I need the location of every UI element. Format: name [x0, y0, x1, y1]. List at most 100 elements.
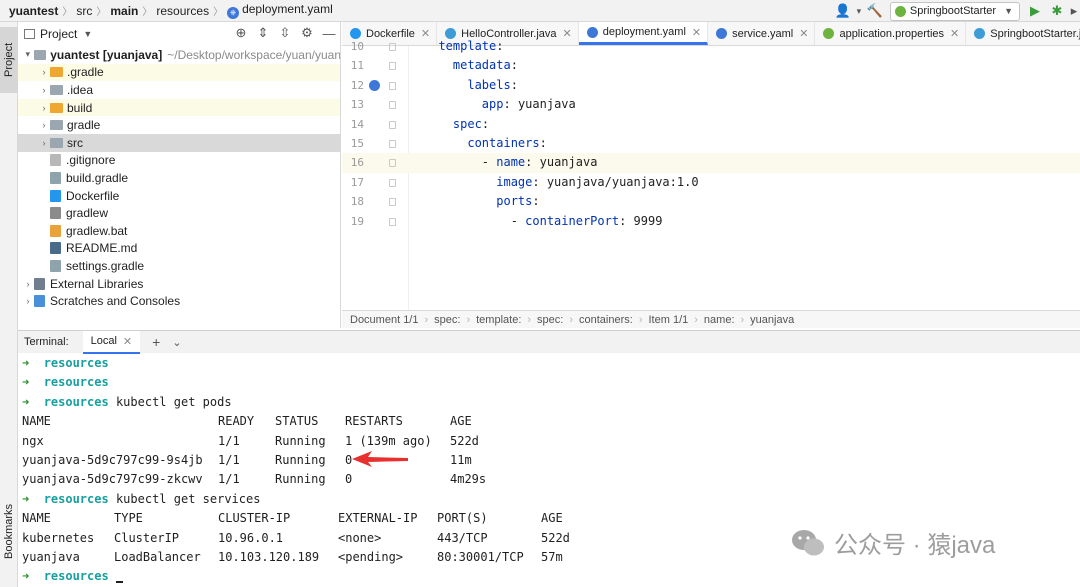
yaml-key: ports — [496, 194, 533, 209]
table-cell: 10.103.120.189 — [218, 549, 320, 564]
chevron-down-icon[interactable]: ⌄ — [172, 336, 181, 349]
breadcrumb-label: main — [110, 3, 139, 18]
code-text: containers: — [424, 134, 546, 153]
fold-marker-icon[interactable] — [389, 139, 396, 148]
close-icon[interactable]: ✕ — [123, 335, 132, 348]
terminal-command: kubectl get pods — [115, 394, 232, 409]
yaml-key: image — [496, 174, 533, 189]
chevron-right-icon[interactable]: › — [22, 279, 34, 289]
current-directory: resources — [43, 394, 109, 409]
left-tool-strip: Project Bookmarks ure — [0, 22, 18, 587]
yaml-path-item[interactable]: Document 1/1 — [350, 314, 418, 326]
yaml-path-item[interactable]: template: — [476, 314, 521, 326]
bookmarks-tool-tab[interactable]: Bookmarks — [0, 500, 18, 562]
code-area[interactable]: 10 template: 11 metadata: 12 labels: 13 app… — [342, 39, 1080, 310]
fold-marker-icon[interactable] — [389, 120, 396, 129]
project-tool-tab[interactable]: Project — [0, 27, 18, 93]
fold-marker-icon[interactable] — [389, 81, 396, 90]
chevron-right-icon[interactable]: › — [38, 85, 50, 95]
breadcrumb-label: src — [76, 3, 93, 18]
tree-item[interactable]: Dockerfile — [18, 187, 340, 205]
minimize-icon[interactable]: — — [318, 22, 340, 44]
tree-item[interactable]: settings.gradle — [18, 257, 340, 275]
tree-item[interactable]: › src — [18, 133, 340, 152]
yaml-path-item[interactable]: spec: — [537, 314, 563, 326]
line-number: 17 — [350, 175, 364, 189]
yaml-path-item[interactable]: containers: — [579, 314, 633, 326]
code-line: 18 ports: — [342, 192, 1080, 211]
fold-marker-icon[interactable] — [389, 198, 396, 207]
tree-item[interactable]: ▾ yuantest [yuanjava] ~/Desktop/workspace/… — [18, 46, 341, 64]
line-number: 18 — [350, 195, 364, 209]
table-cell: 0 — [345, 472, 353, 487]
breadcrumb-item[interactable]: ⎈ deployment.yaml — [223, 2, 337, 19]
yaml-path-item[interactable]: name: — [704, 314, 735, 326]
locate-target-icon[interactable]: ⊕ — [230, 22, 252, 44]
fold-marker-icon[interactable] — [389, 159, 396, 168]
terminal-line: yuanjava-5d9c797c99-zkcwv 1/1 Running 0 4m29… — [22, 470, 1080, 489]
tree-item[interactable]: README.md — [18, 240, 340, 258]
more-icon[interactable]: ▸ — [1068, 0, 1080, 22]
window-icon — [24, 29, 35, 39]
tree-item[interactable]: gradlew.bat — [18, 222, 340, 240]
chevron-right-icon[interactable]: › — [38, 67, 50, 77]
debug-icon[interactable]: ✱ — [1046, 0, 1068, 22]
run-configuration-label: SpringbootStarter — [909, 5, 997, 17]
terminal-tab-local[interactable]: Local ✕ — [82, 330, 141, 354]
tree-item[interactable]: › .idea — [18, 81, 340, 99]
user-icon[interactable]: 👤 — [832, 0, 854, 22]
yaml-key: labels — [467, 77, 511, 92]
kubernetes-gutter-icon[interactable] — [369, 79, 380, 91]
chevron-right-icon[interactable]: › — [38, 138, 50, 148]
tree-item-label: gradlew.bat — [66, 223, 128, 238]
project-panel-title[interactable]: Project — [40, 27, 77, 41]
chevron-right-icon[interactable]: › — [22, 296, 34, 306]
tree-item[interactable]: › Scratches and Consoles — [18, 292, 340, 310]
bat-file-icon — [50, 224, 61, 237]
chevron-down-icon[interactable]: ▼ — [83, 29, 92, 39]
fold-marker-icon[interactable] — [389, 178, 396, 187]
watermark-text: 公众号 · 猿java — [834, 532, 996, 559]
run-icon[interactable]: ▶ — [1024, 0, 1046, 22]
tree-item[interactable]: › gradle — [18, 116, 340, 134]
chevron-down-icon[interactable]: ▾ — [22, 49, 34, 60]
tree-item[interactable]: › build — [18, 98, 340, 117]
chevron-down-icon[interactable]: ▾ — [854, 0, 864, 22]
terminal-line: yuanjava-5d9c797c99-9s4jb 1/1 Running 0 11m — [22, 451, 1080, 470]
tree-item[interactable]: gradlew — [18, 204, 340, 222]
chevron-right-icon[interactable]: › — [38, 103, 50, 113]
tree-item[interactable]: › .gradle — [18, 63, 340, 82]
run-configuration-select[interactable]: SpringbootStarter ▼ — [889, 1, 1020, 21]
table-cell: 57m — [541, 549, 563, 564]
yaml-path-item[interactable]: yuanjava — [750, 314, 794, 326]
fold-marker-icon[interactable] — [389, 62, 396, 71]
breadcrumb-item[interactable]: yuantest — [5, 4, 62, 18]
yaml-value: yuanjava — [532, 155, 598, 170]
breadcrumb-item[interactable]: main — [106, 4, 142, 18]
terminal-line: NAME READY STATUS RESTARTS AGE — [22, 412, 1080, 431]
kubernetes-icon: ⎈ — [227, 7, 240, 19]
build-hammer-icon[interactable]: 🔨 — [864, 0, 886, 22]
tree-item[interactable]: build.gradle — [18, 169, 340, 187]
collapse-all-icon[interactable]: ⇳ — [274, 22, 296, 44]
code-line: 12 labels: — [342, 76, 1080, 95]
line-number: 16 — [350, 156, 364, 170]
tree-item[interactable]: › External Libraries — [18, 275, 340, 293]
chevron-right-icon[interactable]: › — [38, 120, 50, 130]
add-terminal-icon[interactable]: + — [152, 334, 160, 350]
table-cell: 1/1 — [218, 452, 240, 467]
yaml-path-item[interactable]: spec: — [434, 314, 460, 326]
gear-icon[interactable]: ⚙ — [296, 22, 318, 44]
yaml-path-item[interactable]: Item 1/1 — [649, 314, 689, 326]
yaml-key: name — [496, 155, 526, 170]
tree-item-path: ~/Desktop/workspace/yuan/yuan — [167, 47, 341, 62]
table-cell: AGE — [541, 511, 563, 526]
tree-item[interactable]: .gitignore — [18, 152, 340, 170]
breadcrumb-item[interactable]: resources — [152, 4, 213, 18]
fold-marker-icon[interactable] — [389, 101, 396, 110]
expand-all-icon[interactable]: ⇕ — [252, 22, 274, 44]
fold-marker-icon[interactable] — [389, 217, 396, 226]
scratches-icon — [34, 295, 45, 308]
fold-marker-icon[interactable] — [389, 43, 396, 51]
breadcrumb-item[interactable]: src — [72, 4, 96, 18]
